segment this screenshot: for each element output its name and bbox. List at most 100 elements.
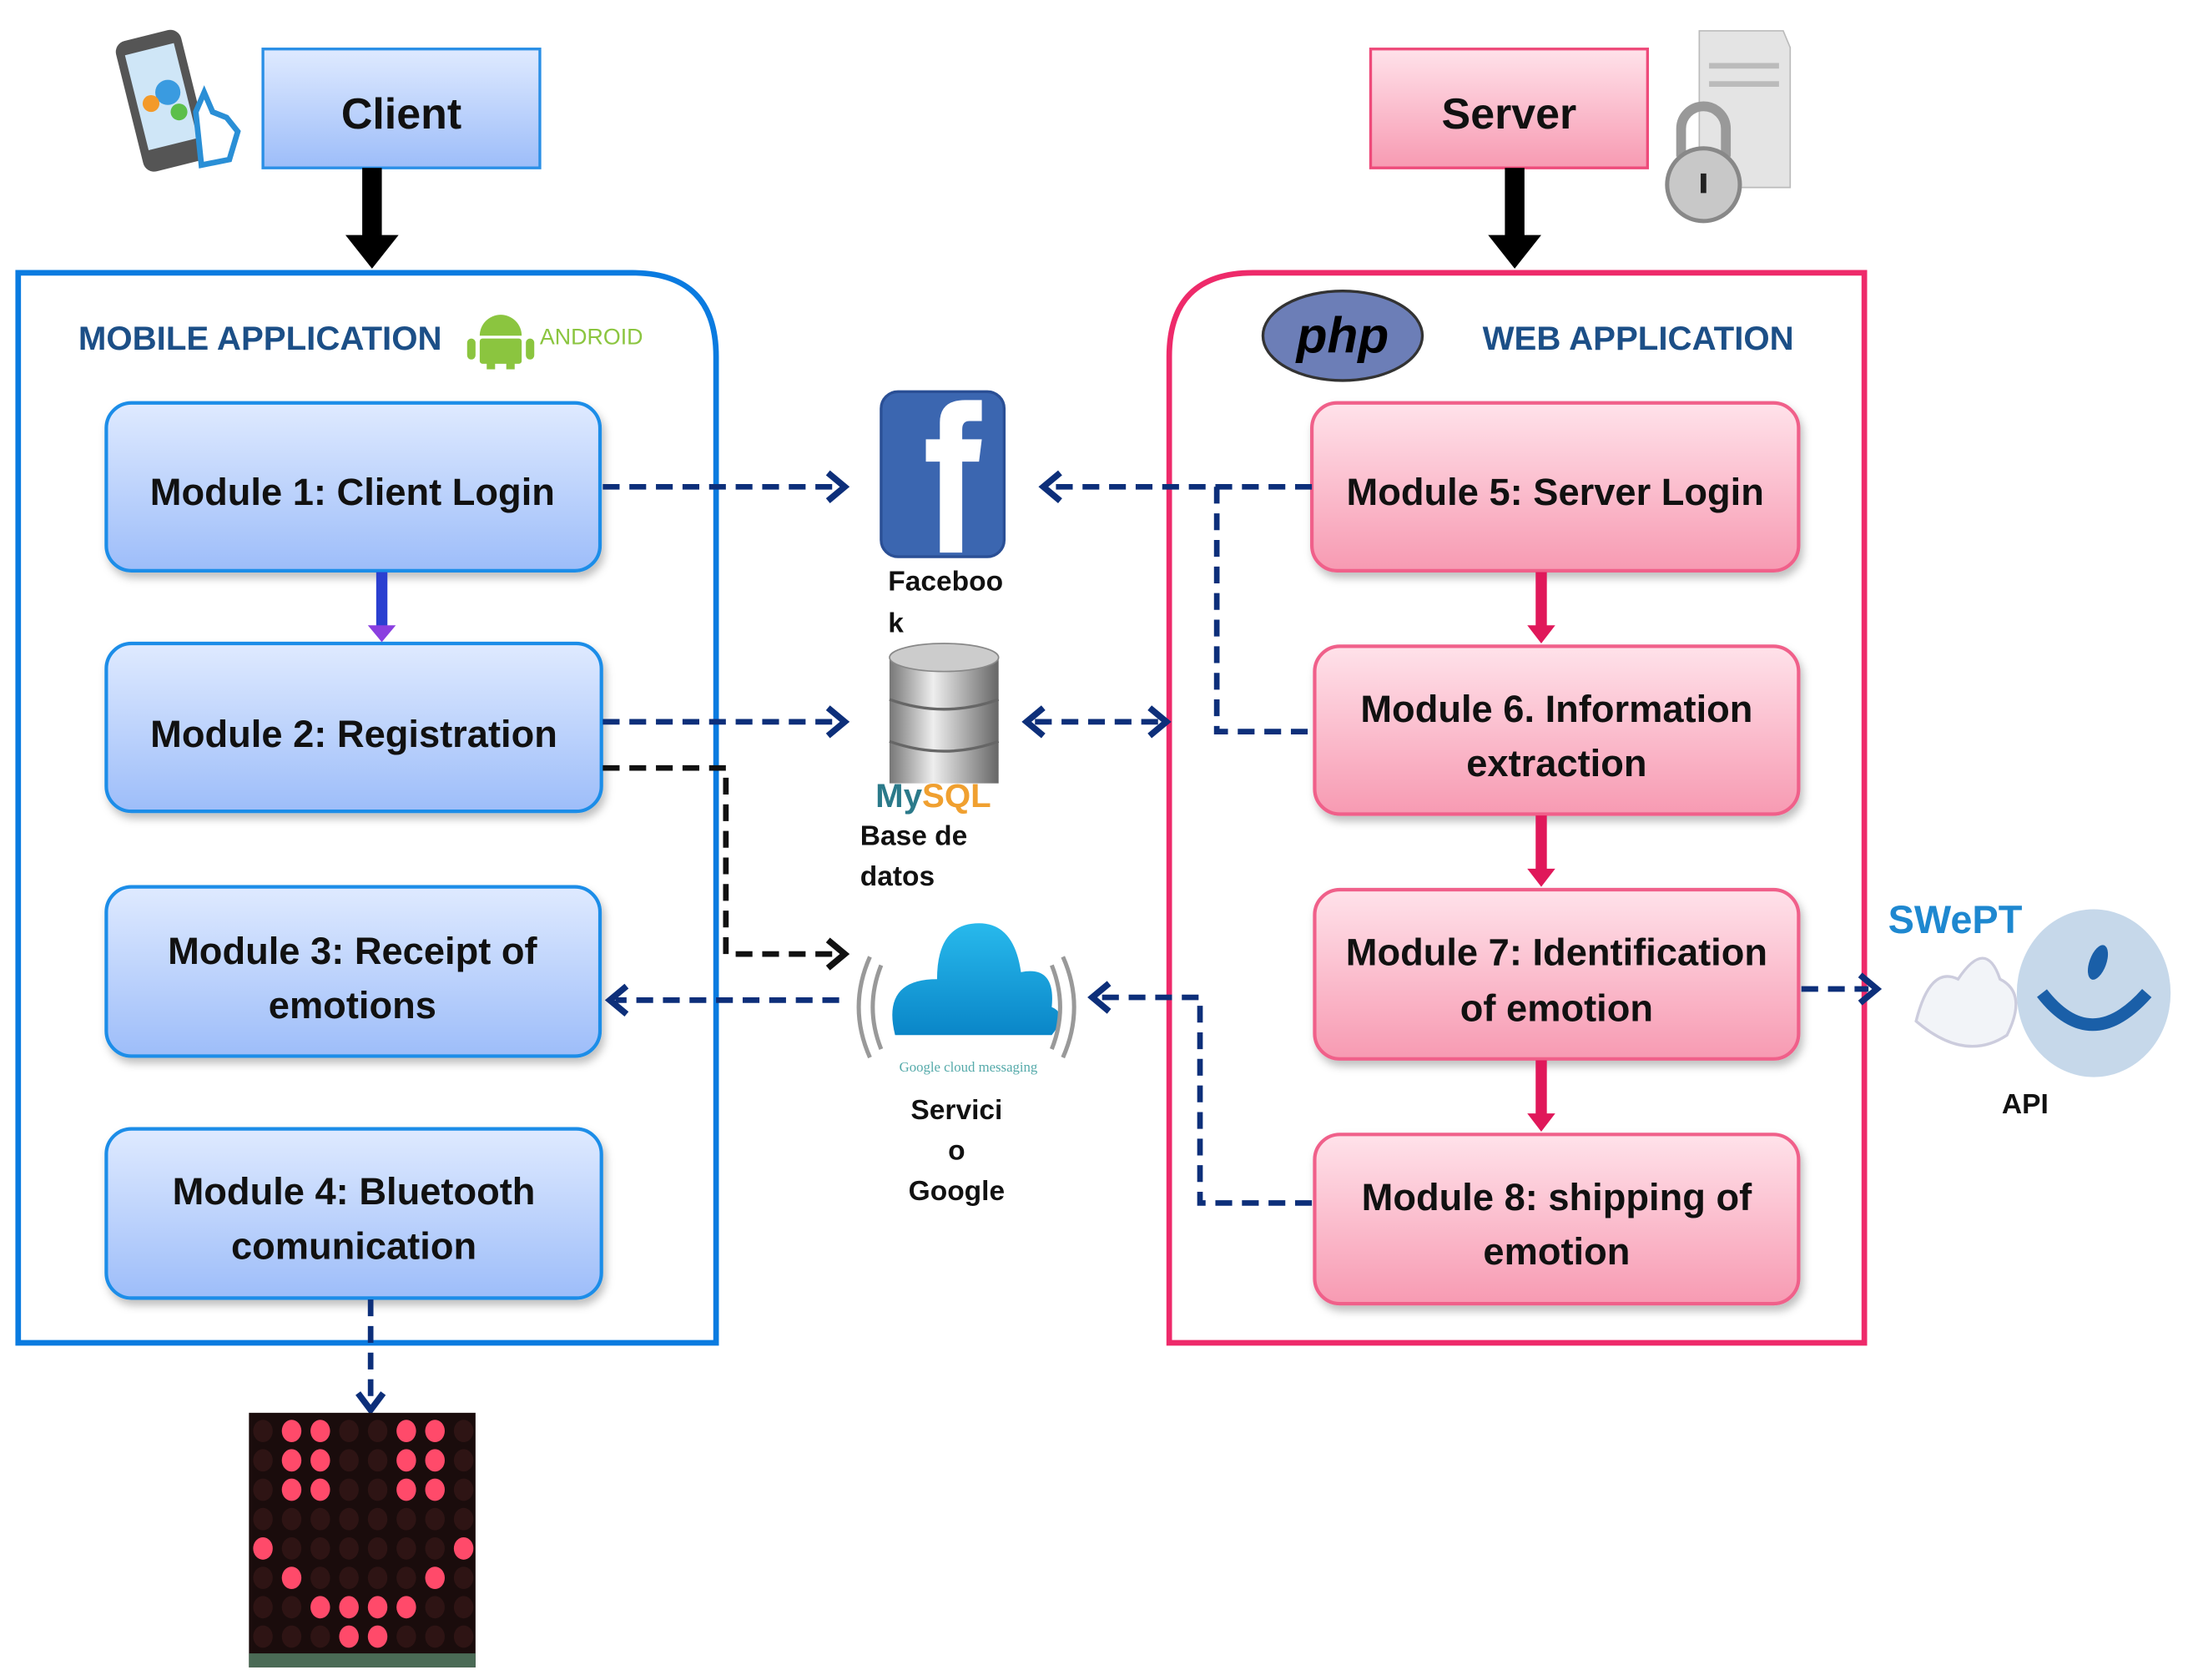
module-3-box: Module 3: Receipt of emotions (104, 885, 602, 1058)
led-dot (253, 1478, 273, 1501)
led-dot (253, 1536, 273, 1560)
led-dot (310, 1596, 330, 1619)
led-dot (396, 1449, 416, 1472)
led-dot (310, 1420, 330, 1443)
led-dot (453, 1596, 474, 1619)
led-dot (310, 1625, 330, 1648)
led-dot (425, 1507, 445, 1531)
led-dot (367, 1596, 388, 1619)
led-dot (396, 1536, 416, 1560)
led-dot (367, 1566, 388, 1590)
svg-text:MySQL: MySQL (875, 777, 991, 815)
led-dot (425, 1566, 445, 1590)
led-dot (425, 1449, 445, 1472)
module1-to-facebook-arrow (602, 470, 850, 503)
server-to-web-arrow (1488, 168, 1541, 269)
led-dot (339, 1507, 359, 1531)
svg-text:Google cloud messaging: Google cloud messaging (900, 1059, 1038, 1075)
led-dot (367, 1507, 388, 1531)
client-to-mobile-arrow (345, 168, 399, 269)
module-6-box: Module 6. Information extraction (1313, 644, 1801, 816)
led-dot (281, 1566, 302, 1590)
google-cloud-messaging-icon: Google cloud messaging (856, 923, 1076, 1075)
led-dot (453, 1536, 474, 1560)
module7-to-api-arrow (1801, 972, 1883, 1006)
led-dot (310, 1507, 330, 1531)
led-dot (310, 1449, 330, 1472)
database-label-line2: datos (860, 861, 935, 892)
led-dot (425, 1536, 445, 1560)
led-dot (425, 1625, 445, 1648)
client-label: Client (341, 90, 461, 139)
led-dot (367, 1536, 388, 1560)
led-dot (339, 1625, 359, 1648)
led-dot (367, 1478, 388, 1501)
mobile-application-title: MOBILE APPLICATION (78, 320, 442, 357)
google-label-line3: Google (909, 1176, 1005, 1207)
led-matrix-smiley-image (249, 1412, 476, 1667)
led-dot (253, 1566, 273, 1590)
swept-smiley-icon: SWePT (1888, 898, 2171, 1077)
module5-to-facebook-arrow (1038, 470, 1313, 503)
led-dot (396, 1478, 416, 1501)
svg-text:Module 4: Bluetooth: Module 4: Bluetooth (173, 1170, 536, 1213)
led-dot (253, 1420, 273, 1443)
svg-text:emotions: emotions (269, 984, 436, 1027)
led-dot (310, 1566, 330, 1590)
led-dot (453, 1420, 474, 1443)
led-dot (425, 1420, 445, 1443)
led-dot (253, 1507, 273, 1531)
facebook-icon (880, 390, 1006, 558)
module-4-box: Module 4: Bluetooth comunication (104, 1127, 603, 1300)
svg-text:comunication: comunication (231, 1224, 476, 1267)
server-lock-icon (1665, 30, 1792, 224)
module-5-box: Module 5: Server Login (1310, 401, 1801, 573)
led-dot (396, 1566, 416, 1590)
module-8-box: Module 8: shipping of emotion (1313, 1133, 1801, 1306)
led-dot (339, 1420, 359, 1443)
database-web-bidirectional-arrow (1021, 705, 1172, 739)
module-1-box: Module 1: Client Login (104, 401, 602, 573)
api-label: API (2002, 1089, 2049, 1120)
client-phone-icon (115, 29, 241, 172)
led-dot (339, 1478, 359, 1501)
php-logo: php (1261, 289, 1424, 382)
led-dot (253, 1449, 273, 1472)
svg-text:php: php (1295, 306, 1389, 363)
svg-text:Module 6. Information: Module 6. Information (1360, 688, 1752, 730)
svg-text:Module 1: Client Login: Module 1: Client Login (150, 471, 555, 513)
led-dot (281, 1420, 302, 1443)
led-dot (396, 1420, 416, 1443)
led-dot (281, 1596, 302, 1619)
module7-to-module8-arrow (1527, 1060, 1555, 1132)
facebook-label-line2: k (888, 608, 904, 639)
led-dot (367, 1625, 388, 1648)
svg-text:ANDROID: ANDROID (540, 324, 643, 349)
led-dot (253, 1596, 273, 1619)
module-2-box: Module 2: Registration (104, 641, 603, 814)
module4-to-led-arrow (355, 1299, 386, 1415)
svg-text:of emotion: of emotion (1460, 987, 1653, 1030)
google-label-line1: Servici (910, 1095, 1002, 1126)
server-label: Server (1442, 90, 1577, 139)
module5-to-module6-arrow (1527, 572, 1555, 644)
led-dot (339, 1596, 359, 1619)
svg-text:Module 5: Server Login: Module 5: Server Login (1347, 471, 1764, 513)
led-dot (253, 1625, 273, 1648)
mysql-database-icon: MySQL (875, 643, 1000, 815)
architecture-diagram: Client Server MOBILE APPLICATION ANDROID… (15, 29, 2171, 1667)
module8-to-google-arrow (1087, 981, 1313, 1206)
led-dot (281, 1449, 302, 1472)
led-dot (453, 1625, 474, 1648)
led-dot (396, 1625, 416, 1648)
svg-text:SWePT: SWePT (1888, 898, 2023, 941)
led-dot (281, 1625, 302, 1648)
module-7-box: Module 7: Identification of emotion (1313, 887, 1801, 1061)
led-dot (453, 1449, 474, 1472)
svg-text:Module 7: Identification: Module 7: Identification (1346, 931, 1767, 974)
web-application-title: WEB APPLICATION (1483, 320, 1794, 357)
led-dot (396, 1507, 416, 1531)
led-dot (453, 1566, 474, 1590)
module2-to-database-arrow (602, 705, 850, 739)
led-dot (281, 1478, 302, 1501)
